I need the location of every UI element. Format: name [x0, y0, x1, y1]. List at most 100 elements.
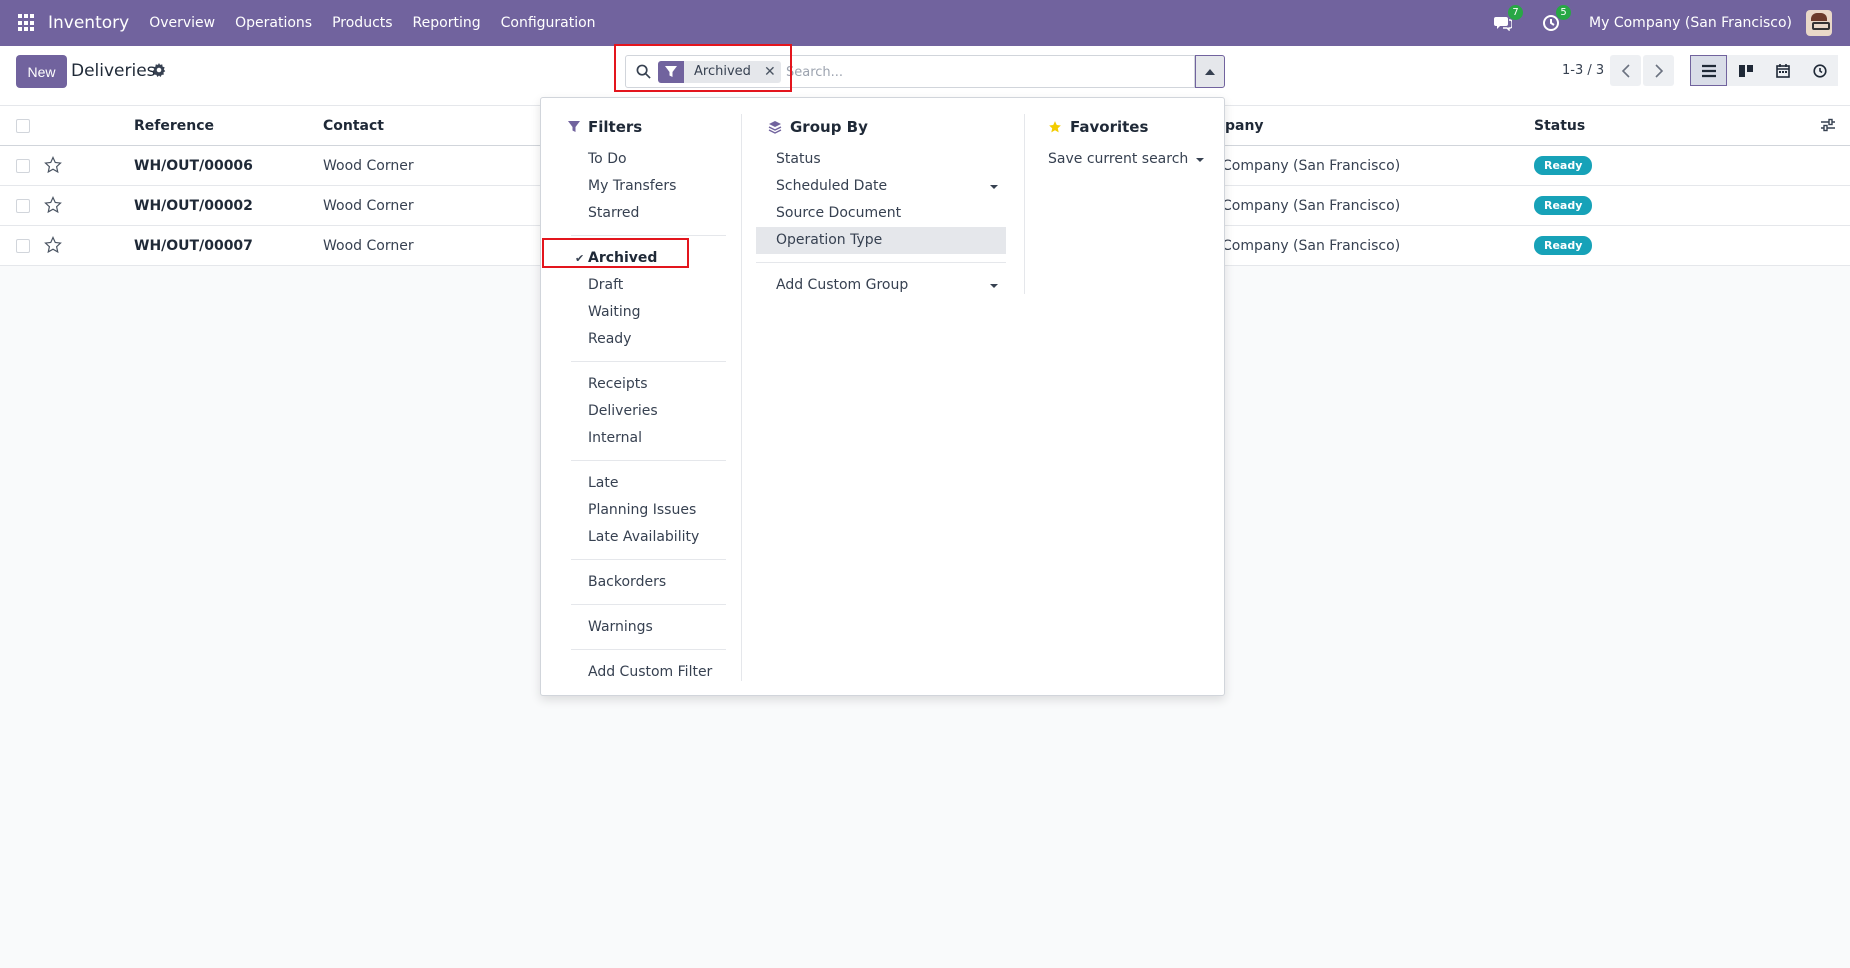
apps-grid-icon[interactable]: [18, 14, 36, 32]
app-name[interactable]: Inventory: [48, 13, 129, 33]
company-cell: Company (San Francisco): [1222, 158, 1401, 174]
groupby-heading: Group By: [756, 114, 1006, 140]
new-button[interactable]: New: [16, 55, 67, 88]
list-view-button[interactable]: [1690, 55, 1727, 86]
column-header-status[interactable]: Status: [1534, 118, 1585, 134]
clock-icon: [1812, 63, 1827, 78]
status-badge: Ready: [1534, 156, 1593, 175]
column-divider: [741, 114, 742, 681]
chat-icon[interactable]: 7: [1493, 5, 1524, 33]
divider: [571, 649, 726, 650]
reference-cell: WH/OUT/00002: [134, 198, 253, 214]
star-icon[interactable]: [44, 156, 62, 174]
menu-operations[interactable]: Operations: [235, 15, 312, 31]
menu-overview[interactable]: Overview: [149, 15, 215, 31]
filter-draft[interactable]: Draft: [556, 272, 726, 299]
divider: [571, 361, 726, 362]
pager-value[interactable]: 1-3 / 3: [1562, 63, 1604, 78]
filter-ready[interactable]: Ready: [556, 326, 726, 353]
avatar[interactable]: [1806, 10, 1832, 36]
add-custom-group[interactable]: Add Custom Group: [756, 272, 1006, 299]
filter-starred[interactable]: Starred: [556, 200, 726, 227]
divider: [571, 604, 726, 605]
company-cell: Company (San Francisco): [1222, 198, 1401, 214]
contact-cell: Wood Corner: [323, 158, 414, 174]
reference-cell: WH/OUT/00007: [134, 238, 253, 254]
filter-receipts[interactable]: Receipts: [556, 371, 726, 398]
company-switcher[interactable]: My Company (San Francisco): [1589, 15, 1792, 31]
column-header-reference[interactable]: Reference: [134, 118, 214, 134]
caret-down-icon: [1196, 158, 1204, 162]
row-checkbox[interactable]: [16, 199, 30, 213]
caret-down-icon: [990, 284, 998, 288]
highlight-box-archived-filter: [542, 238, 689, 268]
menu-configuration[interactable]: Configuration: [501, 15, 596, 31]
filter-planning-issues[interactable]: Planning Issues: [556, 497, 726, 524]
contact-cell: Wood Corner: [323, 198, 414, 214]
filter-deliveries[interactable]: Deliveries: [556, 398, 726, 425]
filter-my-transfers[interactable]: My Transfers: [556, 173, 726, 200]
star-icon[interactable]: [44, 236, 62, 254]
caret-down-icon: [990, 185, 998, 189]
menu-products[interactable]: Products: [332, 15, 392, 31]
star-icon[interactable]: [44, 196, 62, 214]
favorites-column: Favorites Save current search: [1036, 114, 1216, 173]
search-input[interactable]: [786, 60, 1186, 84]
filter-late-availability[interactable]: Late Availability: [556, 524, 726, 551]
navbar-right: 7 5 My Company (San Francisco): [1493, 0, 1850, 46]
calendar-view-button[interactable]: [1764, 55, 1801, 86]
page-title: Deliveries: [71, 61, 156, 81]
filter-backorders[interactable]: Backorders: [556, 569, 726, 596]
status-badge: Ready: [1534, 236, 1593, 255]
star-icon: [1049, 121, 1061, 133]
clock-icon[interactable]: 5: [1541, 5, 1572, 33]
groupby-scheduled-date[interactable]: Scheduled Date: [756, 173, 1006, 200]
groupby-column: Group By Status Scheduled Date Source Do…: [756, 114, 1006, 299]
column-settings-icon[interactable]: [1820, 118, 1836, 134]
highlight-box-search-facet: [614, 44, 792, 92]
list-icon: [1701, 64, 1716, 77]
add-custom-filter[interactable]: Add Custom Filter: [556, 659, 726, 686]
kanban-view-button[interactable]: [1727, 55, 1764, 86]
company-cell: Company (San Francisco): [1222, 238, 1401, 254]
menu-reporting[interactable]: Reporting: [413, 15, 481, 31]
chevron-right-icon: [1654, 63, 1663, 78]
filter-to-do[interactable]: To Do: [556, 146, 726, 173]
filter-icon: [568, 121, 580, 132]
filter-internal[interactable]: Internal: [556, 425, 726, 452]
row-checkbox[interactable]: [16, 239, 30, 253]
groupby-operation-type[interactable]: Operation Type: [756, 227, 1006, 254]
status-badge: Ready: [1534, 196, 1593, 215]
gear-icon[interactable]: [152, 63, 168, 79]
filter-warnings[interactable]: Warnings: [556, 614, 726, 641]
divider: [571, 559, 726, 560]
filters-heading: Filters: [556, 114, 726, 140]
divider: [571, 460, 726, 461]
column-divider: [1024, 114, 1025, 294]
pager-next-button[interactable]: [1643, 55, 1674, 86]
favorites-heading: Favorites: [1036, 114, 1216, 140]
groupby-status[interactable]: Status: [756, 146, 1006, 173]
activities-count-badge: 5: [1556, 5, 1572, 20]
select-all-checkbox[interactable]: [16, 119, 30, 133]
filter-waiting[interactable]: Waiting: [556, 299, 726, 326]
chevron-left-icon: [1621, 63, 1630, 78]
messages-count-badge: 7: [1508, 5, 1524, 20]
layers-icon: [768, 121, 782, 134]
reference-cell: WH/OUT/00006: [134, 158, 253, 174]
column-header-company[interactable]: pany: [1225, 118, 1264, 134]
contact-cell: Wood Corner: [323, 238, 414, 254]
filter-late[interactable]: Late: [556, 470, 726, 497]
column-header-contact[interactable]: Contact: [323, 118, 384, 134]
search-panel-dropdown: Filters To Do My Transfers Starred ✔ Arch…: [540, 97, 1225, 696]
row-checkbox[interactable]: [16, 159, 30, 173]
calendar-icon: [1775, 63, 1790, 78]
save-current-search[interactable]: Save current search: [1036, 146, 1216, 173]
groupby-source-document[interactable]: Source Document: [756, 200, 1006, 227]
filters-column: Filters To Do My Transfers Starred ✔ Arch…: [556, 114, 726, 686]
activity-view-button[interactable]: [1801, 55, 1838, 86]
kanban-icon: [1738, 64, 1753, 77]
search-panel-toggle[interactable]: [1195, 55, 1225, 88]
divider: [571, 235, 726, 236]
pager-previous-button[interactable]: [1610, 55, 1641, 86]
